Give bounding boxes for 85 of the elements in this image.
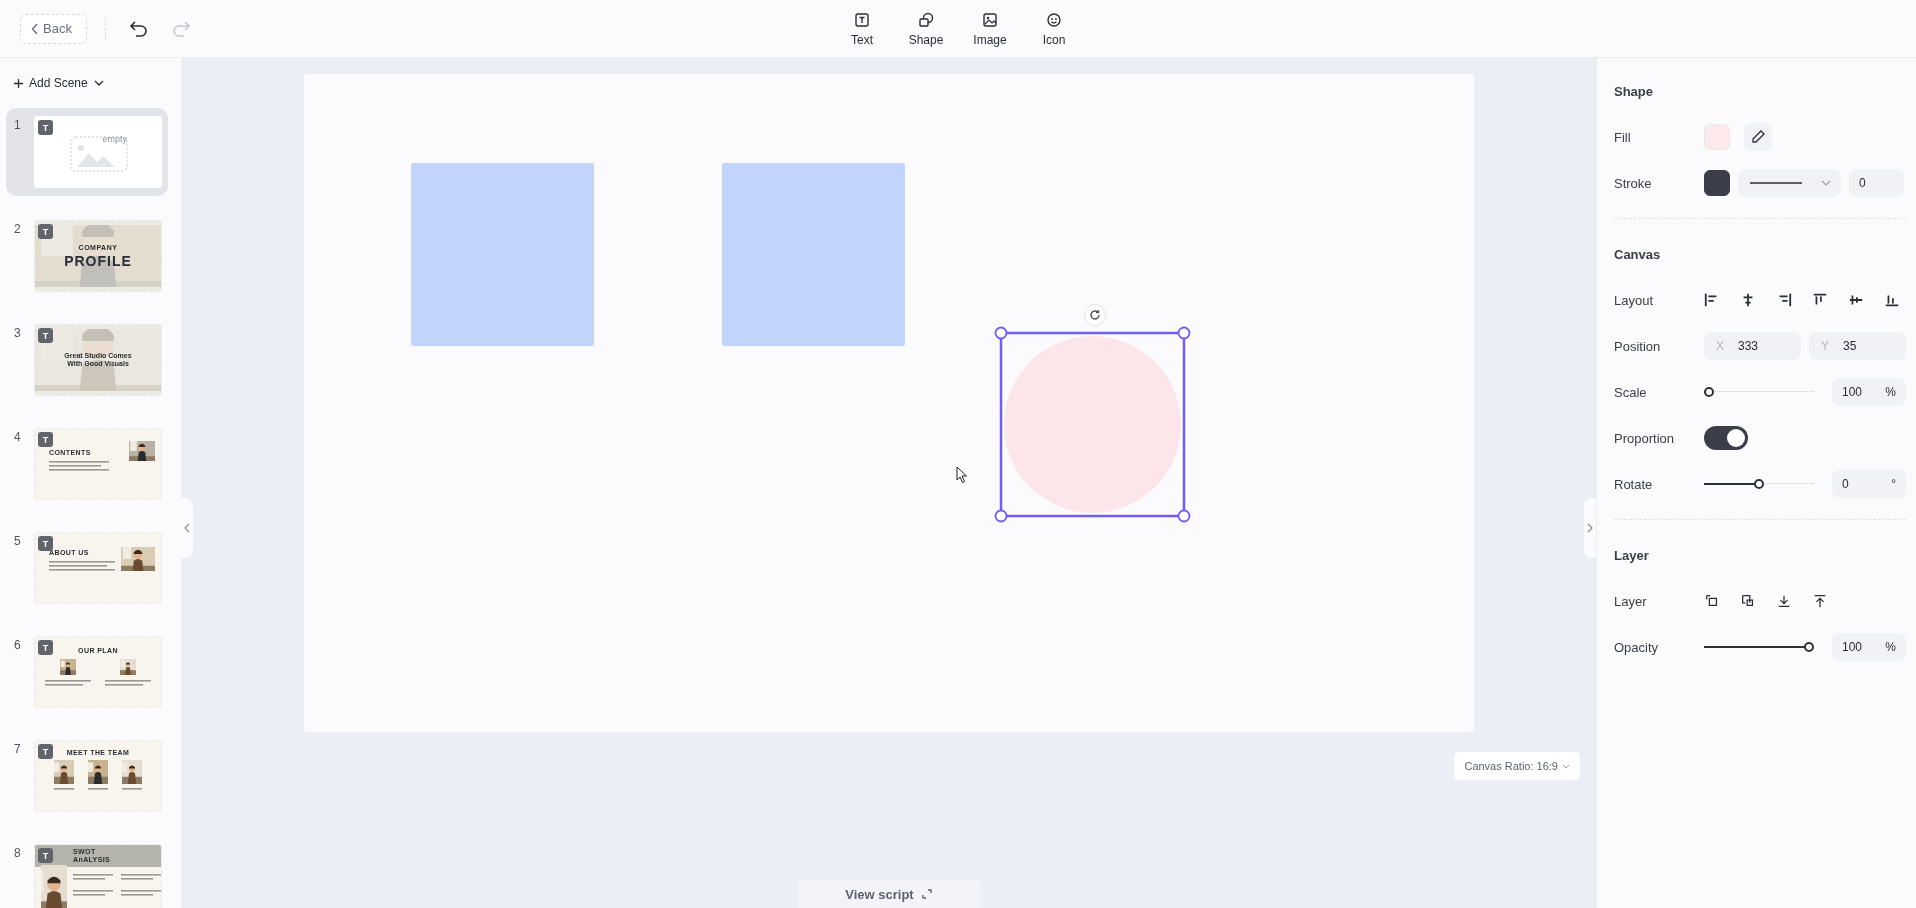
- field-label: Stroke: [1614, 175, 1653, 191]
- scene-number: 1: [14, 117, 22, 132]
- shapes-icon: [917, 10, 935, 29]
- value-field[interactable]: 0 °: [1832, 470, 1906, 498]
- field-label: Proportion: [1614, 430, 1675, 446]
- text-badge: T: [38, 432, 53, 447]
- value-field[interactable]: 100 %: [1832, 633, 1906, 661]
- eyedropper-button[interactable]: [1744, 123, 1772, 151]
- image-tool-button[interactable]: Image: [969, 10, 1011, 47]
- field-label: Rotate: [1614, 476, 1654, 492]
- x-position-field[interactable]: X 333: [1704, 332, 1801, 360]
- icon-tool-button[interactable]: Icon: [1033, 10, 1075, 47]
- placeholder-text: empty: [102, 134, 127, 144]
- scene-number: 3: [14, 325, 22, 340]
- back-button[interactable]: Back: [20, 13, 87, 44]
- slider-track[interactable]: [1704, 387, 1814, 397]
- field-label: Scale: [1614, 384, 1648, 400]
- field-label: Layer: [1614, 593, 1648, 609]
- text-badge: T: [38, 848, 53, 863]
- rotate-handle[interactable]: [1083, 304, 1106, 326]
- smiley-icon: [1045, 10, 1063, 29]
- text-lines-drawing: [122, 787, 142, 791]
- section-heading: Shape: [1614, 82, 1654, 101]
- text-badge: T: [38, 744, 53, 759]
- scene-number: 5: [14, 533, 22, 548]
- slider-thumb[interactable]: [1804, 642, 1814, 652]
- image-icon: [981, 10, 999, 29]
- slider-thumb[interactable]: [1704, 387, 1714, 397]
- field-label: Opacity: [1614, 639, 1660, 655]
- field-label: Fill: [1614, 129, 1632, 145]
- text-lines-drawing: [121, 873, 161, 881]
- text-badge: T: [38, 536, 53, 551]
- bring-to-front-icon[interactable]: [1812, 592, 1828, 610]
- scene-number: 7: [14, 741, 22, 756]
- view-script-button[interactable]: View script: [797, 880, 980, 908]
- chevron-left-icon: [31, 22, 39, 35]
- chevron-down-icon: [1821, 180, 1831, 186]
- chevron-down-icon: [1562, 763, 1570, 769]
- text-badge: T: [38, 328, 53, 343]
- toggle-switch[interactable]: [1704, 426, 1748, 450]
- cursor-icon: [955, 466, 968, 484]
- text-badge: T: [38, 640, 53, 655]
- text-lines-drawing: [49, 560, 115, 572]
- field-label: Position: [1614, 338, 1662, 354]
- undo-icon: [128, 19, 149, 38]
- scene-number: 6: [14, 637, 22, 652]
- text-lines-drawing: [73, 889, 113, 897]
- stroke-color-swatch[interactable]: [1704, 170, 1730, 196]
- text-badge: T: [38, 120, 53, 135]
- scene-item[interactable]: 1 T empty: [6, 108, 168, 196]
- add-scene-button[interactable]: Add Scene: [14, 73, 104, 93]
- slider-track[interactable]: [1704, 642, 1814, 652]
- stroke-width-field[interactable]: 0: [1849, 169, 1904, 197]
- collapse-right-handle[interactable]: [1584, 498, 1596, 558]
- scene-number: 2: [14, 221, 22, 236]
- value-field[interactable]: 100 %: [1832, 378, 1906, 406]
- stroke-style-dropdown[interactable]: [1738, 169, 1841, 197]
- text-badge: T: [38, 224, 53, 239]
- text-lines-drawing: [73, 873, 113, 881]
- solid-line-icon: [1750, 181, 1802, 185]
- text-tool-button[interactable]: Text: [841, 10, 883, 47]
- shape-tool-button[interactable]: Shape: [905, 10, 947, 47]
- text-lines-drawing: [54, 787, 74, 791]
- text-lines-drawing: [45, 679, 91, 687]
- text-icon: [853, 10, 871, 29]
- section-heading: Layer: [1614, 546, 1650, 565]
- text-lines-drawing: [121, 889, 161, 897]
- eyedropper-icon: [1750, 129, 1766, 145]
- scene-number: 4: [14, 429, 22, 444]
- collapse-left-handle[interactable]: [181, 498, 193, 558]
- slider-thumb[interactable]: [1754, 479, 1764, 489]
- scene-number: 8: [14, 845, 22, 860]
- slider-track[interactable]: [1704, 479, 1814, 489]
- text-lines-drawing: [49, 460, 109, 472]
- slide-title: PROFILE: [64, 252, 132, 269]
- redo-icon: [170, 19, 191, 38]
- text-lines-drawing: [105, 679, 151, 687]
- y-position-field[interactable]: Y 35: [1809, 332, 1906, 360]
- section-heading: Canvas: [1614, 245, 1662, 264]
- field-label: Layout: [1614, 292, 1655, 308]
- canvas-ratio-dropdown[interactable]: Canvas Ratio: 16:9: [1454, 752, 1580, 780]
- chevron-down-icon: [93, 80, 104, 86]
- text-lines-drawing: [88, 787, 108, 791]
- expand-icon: [921, 889, 932, 899]
- plus-icon: [14, 78, 23, 88]
